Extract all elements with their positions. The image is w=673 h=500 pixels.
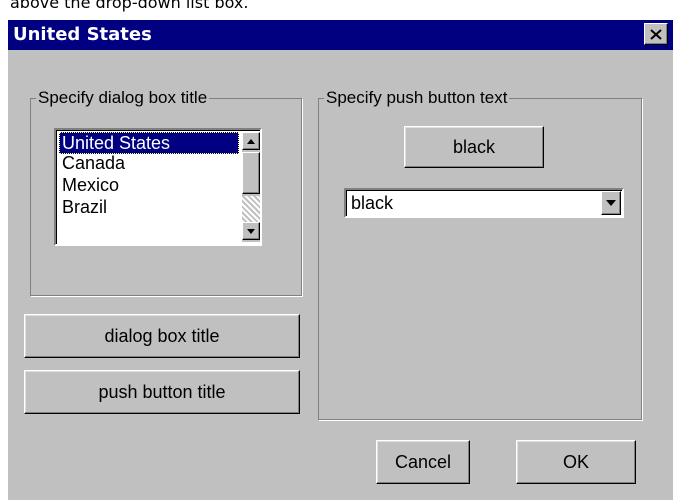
color-dropdown[interactable]: black [344,188,624,218]
ok-button[interactable]: OK [516,440,636,484]
dropdown-arrow-button[interactable] [601,191,621,215]
scroll-thumb[interactable] [242,152,260,194]
chevron-down-icon [606,200,616,206]
scroll-track[interactable] [242,196,260,222]
arrow-up-icon [247,138,255,144]
arrow-down-icon [247,228,255,234]
scroll-up-button[interactable] [242,132,260,150]
title-bar[interactable]: United States [8,20,673,50]
caption-text: above the drop-down list box. [0,0,673,20]
scroll-down-button[interactable] [242,222,260,240]
list-item-canada[interactable]: Canada [59,152,239,174]
color-dropdown-value: black [351,193,394,213]
list-item-brazil[interactable]: Brazil [59,196,239,218]
dialog-box-title-button[interactable]: dialog box title [24,314,300,358]
country-listbox[interactable]: United States Canada Mexico Brazil [54,128,262,246]
close-button[interactable] [644,23,668,45]
window-title: United States [13,24,152,45]
sample-push-button[interactable]: black [404,126,544,168]
cancel-button[interactable]: Cancel [376,440,470,484]
close-x-icon [650,28,662,40]
push-button-text-group-label: Specify push button text [324,88,510,108]
dialog-title-group-label: Specify dialog box title [36,88,210,108]
listbox-scrollbar[interactable] [242,132,260,242]
list-item-mexico[interactable]: Mexico [59,174,239,196]
dialog-window: United States Specify dialog box title U… [8,20,673,500]
caption-label: above the drop-down list box. [10,0,249,12]
list-item-united-states[interactable]: United States [59,132,239,154]
push-button-title-button[interactable]: push button title [24,370,300,414]
